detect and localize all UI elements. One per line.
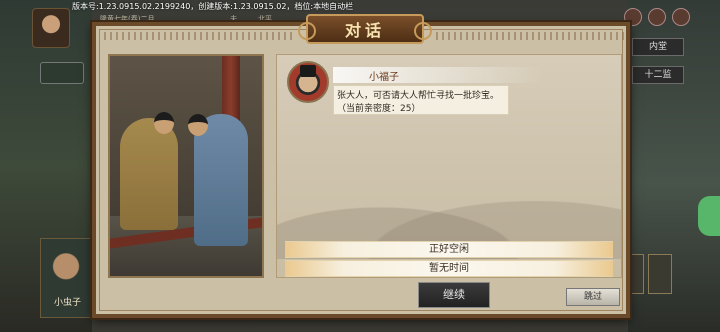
speaker-avatar xyxy=(287,61,329,103)
top-right-icons xyxy=(624,8,690,26)
bottom-left-portrait-name: 小虫子 xyxy=(54,298,82,308)
tab-twelve-directorates[interactable]: 十二监 xyxy=(632,66,684,84)
meander-border-left xyxy=(104,32,294,40)
portrait-card[interactable] xyxy=(648,254,672,294)
dialog-title-plaque: 对话 xyxy=(298,14,432,44)
option-no-time[interactable]: 暂无时间 xyxy=(285,260,613,277)
speech-text-line-1: 张大人，可否请大人帮忙寻找一批珍宝。 xyxy=(337,91,500,101)
speech-text-line-2: （当前亲密度：25） xyxy=(337,104,421,114)
scene-figure-official-head xyxy=(188,114,208,136)
player-avatar[interactable] xyxy=(32,8,70,48)
speaker-name-bar xyxy=(333,67,543,83)
dialog-content-panel: 小福子 张大人，可否请大人帮忙寻找一批珍宝。 （当前亲密度：25） 正好空闲 暂… xyxy=(276,54,622,278)
scene-figure-bowing xyxy=(120,118,178,230)
speaker-name: 小福子 xyxy=(369,72,399,83)
hud-left-button[interactable] xyxy=(40,62,84,84)
character-icon[interactable] xyxy=(648,8,666,26)
skip-button[interactable]: 跳过 xyxy=(566,288,620,306)
tab-inner-hall[interactable]: 内堂 xyxy=(632,38,684,56)
dialog-title: 对话 xyxy=(344,21,385,40)
continue-button[interactable]: 继续 xyxy=(418,282,490,308)
meander-border-right xyxy=(436,32,626,40)
settings-icon[interactable] xyxy=(672,8,690,26)
dialog-window: 对话 小福子 张大人，可否请大人帮忙寻找一批珍宝。 （当前亲密度：25） 正好空… xyxy=(92,14,630,318)
option-free-now[interactable]: 正好空闲 xyxy=(285,241,613,258)
side-pull-tab[interactable] xyxy=(698,196,720,236)
scene-illustration xyxy=(108,54,264,278)
version-info: 版本号:1.23.0915.02.2199240，创建版本:1.23.0915.… xyxy=(72,2,354,11)
scene-figure-bowing-head xyxy=(154,112,174,134)
